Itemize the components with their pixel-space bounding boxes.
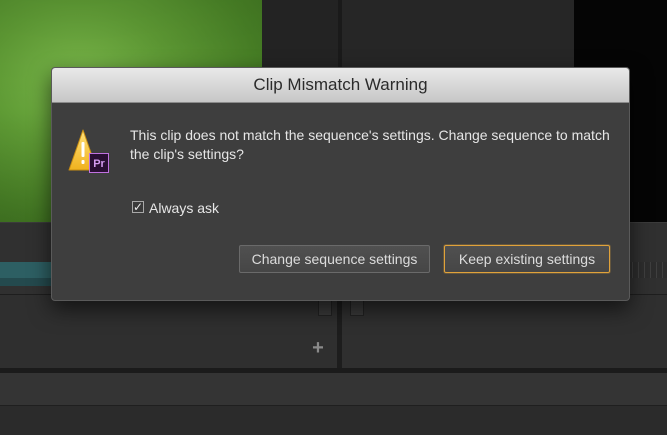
keep-existing-settings-button[interactable]: Keep existing settings (444, 245, 610, 273)
dialog-message: This clip does not match the sequence's … (130, 127, 610, 162)
timeline-track-header (0, 373, 667, 406)
add-button-icon[interactable]: + (308, 338, 328, 358)
transport-divider (337, 294, 342, 368)
clip-mismatch-dialog: Clip Mismatch Warning Pr This clip does … (51, 67, 630, 301)
dialog-titlebar[interactable]: Clip Mismatch Warning (52, 68, 629, 103)
always-ask-label[interactable]: Always ask (149, 199, 219, 217)
work-area-bar-shadow (0, 278, 56, 286)
dialog-title: Clip Mismatch Warning (253, 75, 428, 94)
change-sequence-settings-button[interactable]: Change sequence settings (239, 245, 430, 273)
always-ask-checkbox[interactable]: ✓ (132, 201, 144, 213)
timeline-track (0, 406, 667, 435)
premiere-pro-badge-icon: Pr (89, 153, 109, 173)
warning-icon: Pr (68, 126, 112, 178)
transport-panel (0, 294, 667, 369)
